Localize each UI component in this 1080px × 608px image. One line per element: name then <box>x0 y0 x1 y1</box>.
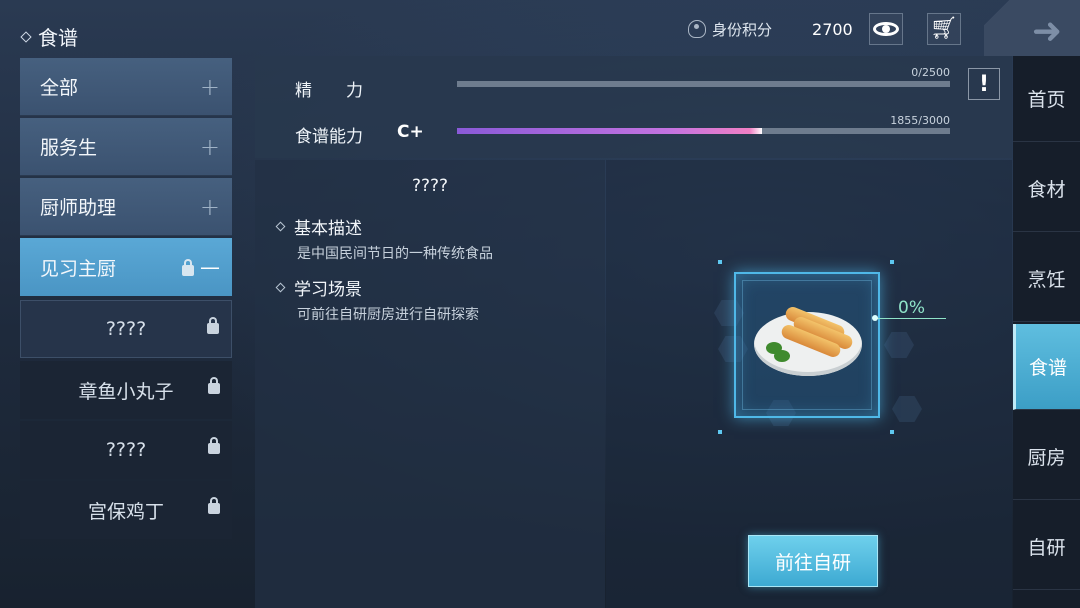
category-controls: — <box>182 255 220 279</box>
dish-plate-image <box>754 304 862 376</box>
diamond-icon <box>275 221 286 232</box>
category-label: 厨师助理 <box>40 197 117 219</box>
corner-dot <box>890 430 894 434</box>
recipe-detail-panel: ???? 基本描述 是中国民间节日的一种传统食品 学习场景 可前往自研厨房进行自… <box>255 160 605 608</box>
description-text: 是中国民间节日的一种传统食品 <box>297 246 493 262</box>
lock-icon <box>182 258 194 276</box>
category-label: 服务生 <box>40 137 98 159</box>
progress-pointer <box>872 315 946 321</box>
plus-icon: + <box>199 192 220 221</box>
eye-icon <box>872 22 899 36</box>
nav-research[interactable]: 自研 <box>1013 504 1080 590</box>
scene-heading: 学习场景 <box>275 275 362 300</box>
ability-bar <box>457 128 950 134</box>
top-bar: 身份积分 2700 🛒︎ <box>688 12 985 46</box>
exclamation-icon: ! <box>978 71 990 97</box>
ability-bar-fill <box>457 128 762 134</box>
energy-value: 0/2500 <box>911 66 950 79</box>
ability-value: 1855/3000 <box>890 114 950 127</box>
arrow-right-icon: ➜ <box>1031 11 1062 52</box>
diamond-icon <box>275 282 286 293</box>
description-heading: 基本描述 <box>275 214 362 239</box>
nav-home[interactable]: 首页 <box>1013 56 1080 142</box>
category-waiter[interactable]: 服务生 + <box>20 118 232 176</box>
recipe-item[interactable]: ???? <box>20 421 232 479</box>
corner-dot <box>718 430 722 434</box>
cart-icon: 🛒︎ <box>929 16 958 41</box>
category-trainee-chef[interactable]: 见习主厨 — <box>20 238 232 296</box>
page-title: 食谱 <box>38 26 78 50</box>
recipe-preview-panel: 0% 前往自研 <box>606 160 1012 608</box>
nav-recipes[interactable]: 食谱 <box>1013 324 1080 410</box>
info-button[interactable]: ! <box>968 68 1000 100</box>
recipe-label: ???? <box>105 318 147 340</box>
hexagon-decoration <box>884 332 914 358</box>
page-title-group: 食谱 <box>20 22 78 51</box>
identity-points-value: 2700 <box>812 19 853 39</box>
garnish <box>774 350 790 362</box>
recipe-label: ???? <box>105 439 147 461</box>
ability-grade: C+ <box>397 122 424 142</box>
identity-points-label: 身份积分 <box>712 20 773 39</box>
recipe-image-frame <box>734 272 880 418</box>
nav-cooking[interactable]: 烹饪 <box>1013 236 1080 322</box>
recipe-label: 章鱼小丸子 <box>78 380 174 403</box>
recipe-name: ???? <box>411 176 449 196</box>
diamond-icon <box>20 30 32 43</box>
side-nav: 首页 食材 烹饪 食谱 厨房 自研 <box>1013 56 1080 608</box>
nav-kitchen[interactable]: 厨房 <box>1013 414 1080 500</box>
plus-icon: + <box>199 132 220 161</box>
recipe-item[interactable]: ???? <box>20 300 232 358</box>
category-label: 见习主厨 <box>40 257 117 280</box>
corner-dot <box>890 260 894 264</box>
minus-icon: — <box>200 255 220 279</box>
scene-title: 学习场景 <box>294 280 362 300</box>
scene-text: 可前往自研厨房进行自研探索 <box>297 307 479 323</box>
stats-panel: 精 力 0/2500 食谱能力 C+ 1855/3000 ! <box>255 56 1012 158</box>
go-research-button[interactable]: 前往自研 <box>748 535 878 587</box>
lock-icon <box>208 497 220 514</box>
hexagon-decoration <box>892 396 922 422</box>
recipe-item[interactable]: 宫保鸡丁 <box>20 481 232 539</box>
category-chef-assistant[interactable]: 厨师助理 + <box>20 178 232 236</box>
ability-label: 食谱能力 <box>295 127 363 147</box>
description-title: 基本描述 <box>294 219 362 239</box>
recipe-label: 宫保鸡丁 <box>87 500 164 523</box>
nav-ingredients[interactable]: 食材 <box>1013 146 1080 232</box>
lock-icon <box>208 437 220 454</box>
lock-icon <box>208 377 220 394</box>
energy-label: 精 力 <box>295 81 363 101</box>
category-all[interactable]: 全部 + <box>20 58 232 116</box>
corner-dot <box>718 260 722 264</box>
plus-icon: + <box>199 72 220 101</box>
recipe-item[interactable]: 章鱼小丸子 <box>20 361 232 419</box>
energy-bar <box>457 81 950 87</box>
shop-button[interactable]: 🛒︎ <box>926 13 961 45</box>
view-button[interactable] <box>868 13 903 45</box>
learn-progress: 0% <box>898 298 925 318</box>
back-button[interactable]: ➜ <box>984 0 1080 56</box>
category-label: 全部 <box>40 77 79 99</box>
lock-icon <box>207 317 219 334</box>
identity-icon <box>688 20 706 38</box>
